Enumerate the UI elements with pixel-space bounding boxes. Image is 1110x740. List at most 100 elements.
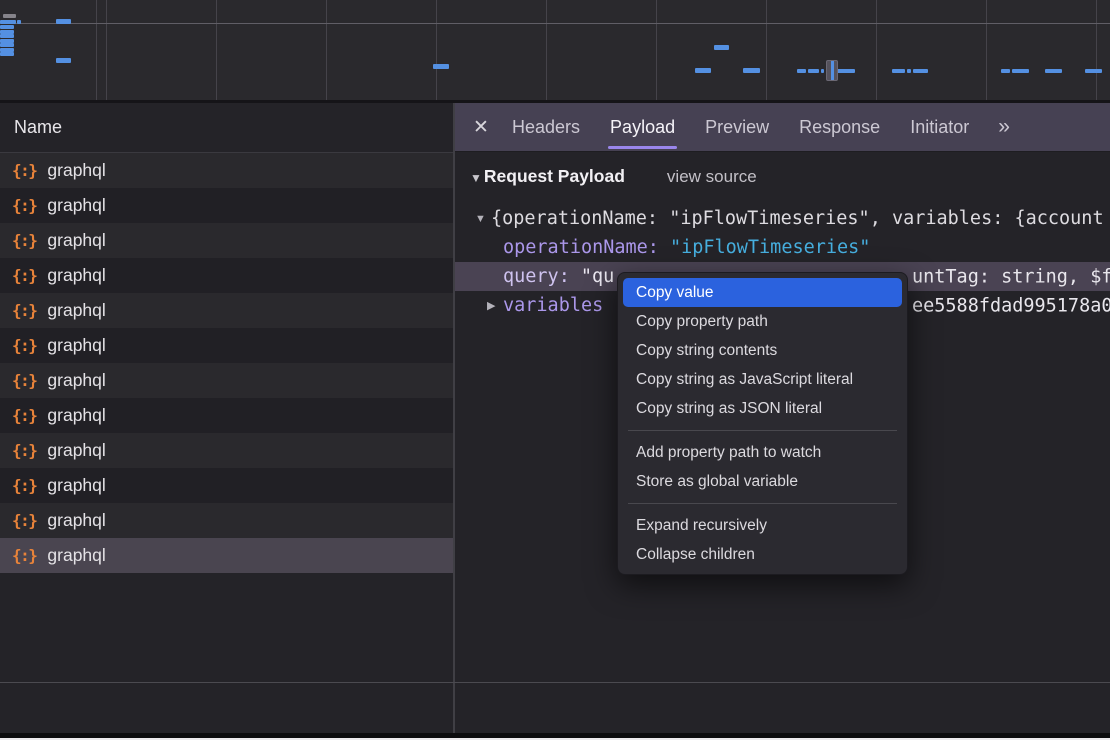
name-column-header[interactable]: Name	[0, 103, 453, 153]
menu-item-copy-string-as-json-literal[interactable]: Copy string as JSON literal	[618, 394, 907, 423]
request-name-label: graphql	[47, 195, 105, 216]
network-request-row[interactable]: {:} graphql	[0, 468, 453, 503]
request-timing-bar	[17, 20, 21, 24]
marker-line	[831, 61, 834, 80]
request-timing-bar	[837, 69, 855, 73]
view-source-link[interactable]: view source	[667, 167, 757, 187]
json-request-icon: {:}	[12, 231, 36, 250]
request-payload-section: ▼ Request Payload view source	[470, 166, 1110, 192]
request-name-label: graphql	[47, 545, 105, 566]
request-timing-bar	[0, 52, 14, 56]
payload-root-row[interactable]: ▼{operationName: "ipFlowTimeseries", var…	[455, 204, 1110, 233]
network-request-row[interactable]: {:}graphql	[0, 503, 453, 538]
property-value: "ipFlowTimeseries"	[670, 237, 870, 258]
menu-divider	[628, 430, 897, 431]
more-tabs-icon[interactable]: »	[998, 115, 1008, 139]
json-request-icon: {:}	[12, 196, 36, 215]
network-request-row[interactable]: {:} graphql	[0, 398, 453, 433]
network-request-row[interactable]: {:} graphql	[0, 293, 453, 328]
request-name-label: graphql	[47, 300, 105, 321]
request-name-label: graphql	[47, 160, 105, 181]
request-name-label: graphql	[47, 440, 105, 461]
request-timing-bar	[743, 68, 760, 73]
json-request-icon: {:}	[12, 546, 36, 565]
json-request-icon: {:}	[12, 406, 36, 425]
request-timing-bar	[808, 69, 819, 73]
json-request-icon: {:}	[12, 161, 36, 180]
json-request-icon: {:}	[12, 441, 36, 460]
property-key: operationName:	[503, 237, 659, 258]
network-request-row[interactable]: {:} graphql	[0, 538, 453, 573]
network-request-row[interactable]: {:} graphql	[0, 328, 453, 363]
request-timing-bar	[821, 69, 824, 73]
detail-tabs: Headers Payload Preview Response Initiator	[497, 103, 984, 151]
request-timing-bar	[892, 69, 905, 73]
tab-response[interactable]: Response	[799, 103, 880, 151]
menu-item-expand-recursively[interactable]: Expand recursively	[618, 511, 907, 540]
context-menu: Copy valueCopy property pathCopy string …	[617, 272, 908, 575]
expand-icon[interactable]: ▶	[487, 299, 503, 312]
network-overview-timeline[interactable]	[0, 0, 1110, 103]
request-name-label: graphql	[47, 230, 105, 251]
request-timing-bar	[0, 43, 14, 47]
network-request-row[interactable]: {:} graphql	[0, 433, 453, 468]
overview-selected-marker	[826, 60, 838, 81]
section-title: Request Payload	[484, 166, 625, 187]
request-timing-bar	[1001, 69, 1010, 73]
json-request-icon: {:}	[12, 266, 36, 285]
bottom-divider	[0, 682, 1110, 683]
panel-splitter[interactable]	[453, 103, 455, 733]
tab-headers[interactable]: Headers	[512, 103, 580, 151]
request-timing-bar	[907, 69, 911, 73]
network-request-row[interactable]: {:} graphql	[0, 223, 453, 258]
tab-initiator[interactable]: Initiator	[910, 103, 969, 151]
section-collapse-icon[interactable]: ▼	[470, 171, 482, 185]
json-request-icon: {:}	[12, 301, 36, 320]
request-name-label: graphql	[47, 335, 105, 356]
menu-item-copy-string-contents[interactable]: Copy string contents	[618, 336, 907, 365]
menu-item-collapse-children[interactable]: Collapse children	[618, 540, 907, 569]
network-request-panel: Name {:} graphql {:} graphql {:} graphql {:} gr…	[0, 103, 453, 733]
network-request-row[interactable]: {:} graphql	[0, 188, 453, 223]
menu-item-copy-value[interactable]: Copy value	[623, 278, 902, 307]
request-timing-bar	[0, 25, 14, 29]
request-name-label: graphql	[47, 475, 105, 496]
property-row-operationname[interactable]: operationName: "ipFlowTimeseries"	[455, 233, 1110, 262]
name-column-label: Name	[14, 117, 62, 138]
request-timing-bar	[913, 69, 928, 73]
request-timing-bar	[714, 45, 729, 50]
json-request-icon: {:}	[12, 476, 36, 495]
request-timing-bar	[56, 19, 71, 24]
request-timing-bar	[797, 69, 806, 73]
menu-item-store-as-global-variable[interactable]: Store as global variable	[618, 467, 907, 496]
request-timing-bar	[1045, 69, 1062, 73]
request-timing-bar	[0, 34, 14, 38]
collapse-icon[interactable]: ▼	[475, 213, 491, 225]
menu-divider	[628, 503, 897, 504]
network-request-row[interactable]: {:} graphql	[0, 153, 453, 188]
close-icon[interactable]: ✕	[465, 116, 497, 139]
menu-item-add-property-path-to-watch[interactable]: Add property path to watch	[618, 438, 907, 467]
request-timing-bar	[1012, 69, 1029, 73]
menu-item-copy-string-as-javascript-literal[interactable]: Copy string as JavaScript literal	[618, 365, 907, 394]
request-timing-bar	[0, 20, 16, 24]
tab-preview[interactable]: Preview	[705, 103, 769, 151]
json-request-icon: {:}	[12, 336, 36, 355]
request-name-label: graphql	[47, 510, 105, 531]
network-request-row[interactable]: {:}graphql	[0, 363, 453, 398]
query-value-overflow-text: untTag: string, $f	[912, 266, 1110, 287]
request-timing-bar	[56, 58, 71, 63]
property-value: "qu	[581, 266, 614, 287]
menu-item-copy-property-path[interactable]: Copy property path	[618, 307, 907, 336]
request-name-label: graphql	[47, 370, 105, 391]
request-name-label: graphql	[47, 265, 105, 286]
detail-tabbar: ✕ Headers Payload Preview Response Initiator…	[455, 103, 1110, 152]
network-request-row[interactable]: {:} graphql	[0, 258, 453, 293]
payload-preview-text: {operationName: "ipFlowTimeseries", vari…	[491, 208, 1104, 229]
request-name-label: graphql	[47, 405, 105, 426]
request-timing-bar	[433, 64, 449, 69]
tab-payload[interactable]: Payload	[610, 103, 675, 151]
request-timing-bar	[1085, 69, 1102, 73]
property-key: query:	[503, 266, 570, 287]
overview-gridline	[0, 23, 1110, 24]
